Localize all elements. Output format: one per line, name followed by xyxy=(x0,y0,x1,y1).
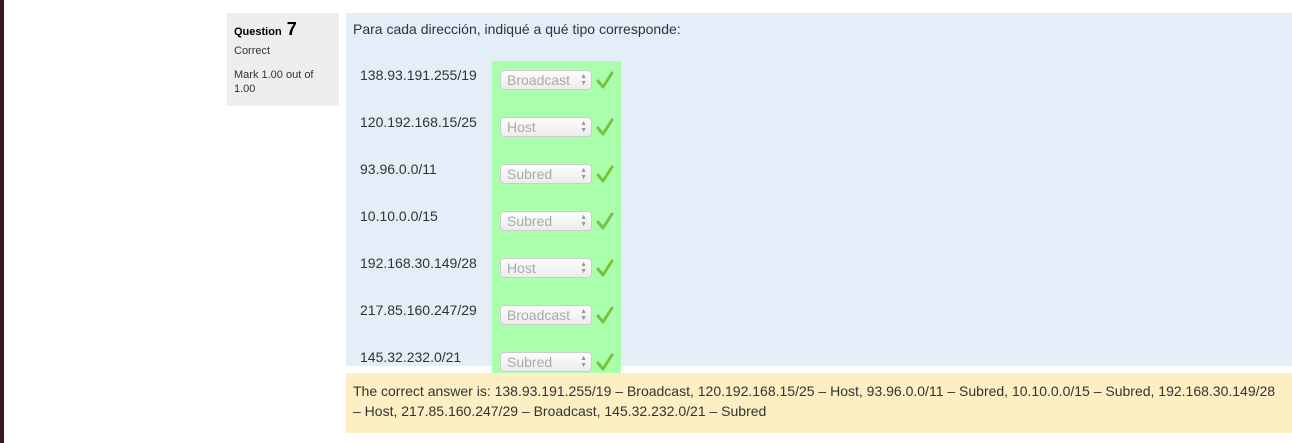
type-select-value: Subred xyxy=(507,354,553,370)
checkmark-icon xyxy=(596,259,614,277)
answer-cell-correct: Host ▲ ▼ xyxy=(492,108,621,155)
type-select-value: Subred xyxy=(507,213,553,229)
type-select-value: Host xyxy=(507,119,536,135)
answer-row: 138.93.191.255/19 Broadcast ▲ ▼ xyxy=(355,61,621,108)
question-grade: Mark 1.00 out of 1.00 xyxy=(234,69,314,95)
question-number: Question 7 xyxy=(234,19,332,39)
address-label: 217.85.160.247/29 xyxy=(360,302,477,318)
type-select[interactable]: Host ▲ ▼ xyxy=(500,117,592,137)
address-label: 138.93.191.255/19 xyxy=(360,67,477,83)
answer-row: 217.85.160.247/29 Broadcast ▲ ▼ xyxy=(355,296,621,343)
answer-cell-correct: Subred ▲ ▼ xyxy=(492,202,621,249)
updown-arrows-icon: ▲ ▼ xyxy=(580,355,587,369)
answer-table: 138.93.191.255/19 Broadcast ▲ ▼ 120.192.168.… xyxy=(355,61,621,390)
answer-cell-correct: Broadcast ▲ ▼ xyxy=(492,296,621,343)
question-info: Question 7 Correct Mark 1.00 out of 1.00 xyxy=(227,13,339,106)
checkmark-icon xyxy=(596,165,614,183)
type-select-value: Broadcast xyxy=(507,307,571,323)
checkmark-icon xyxy=(596,71,614,89)
updown-arrows-icon: ▲ ▼ xyxy=(580,214,587,228)
question-state: Correct xyxy=(234,45,271,57)
updown-arrows-icon: ▲ ▼ xyxy=(580,73,587,87)
type-select[interactable]: Broadcast ▲ ▼ xyxy=(500,305,592,325)
question-label: Question xyxy=(234,26,282,38)
updown-arrows-icon: ▲ ▼ xyxy=(580,308,587,322)
type-select[interactable]: Subred ▲ ▼ xyxy=(500,211,592,231)
checkmark-icon xyxy=(596,353,614,371)
answer-row: 10.10.0.0/15 Subred ▲ ▼ xyxy=(355,202,621,249)
type-select[interactable]: Host ▲ ▼ xyxy=(500,258,592,278)
updown-arrows-icon: ▲ ▼ xyxy=(580,120,587,134)
type-select[interactable]: Subred ▲ ▼ xyxy=(500,164,592,184)
type-select-value: Host xyxy=(507,260,536,276)
address-label: 93.96.0.0/11 xyxy=(360,161,437,177)
type-select-value: Broadcast xyxy=(507,72,571,88)
question-formulation: Para cada dirección, indiqué a qué tipo … xyxy=(346,13,1292,390)
updown-arrows-icon: ▲ ▼ xyxy=(580,167,587,181)
right-answer-feedback: The correct answer is: 138.93.191.255/19… xyxy=(346,373,1292,433)
address-label: 120.192.168.15/25 xyxy=(360,114,477,130)
checkmark-icon xyxy=(596,212,614,230)
question-text: Para cada dirección, indiqué a qué tipo … xyxy=(353,21,681,37)
address-label: 10.10.0.0/15 xyxy=(360,208,438,224)
updown-arrows-icon: ▲ ▼ xyxy=(580,261,587,275)
type-select[interactable]: Subred ▲ ▼ xyxy=(500,352,592,372)
answer-cell-correct: Broadcast ▲ ▼ xyxy=(492,61,621,108)
answer-row: 93.96.0.0/11 Subred ▲ ▼ xyxy=(355,155,621,202)
address-label: 192.168.30.149/28 xyxy=(360,255,477,271)
window-edge xyxy=(0,0,4,443)
checkmark-icon xyxy=(596,118,614,136)
answer-cell-correct: Host ▲ ▼ xyxy=(492,249,621,296)
checkmark-icon xyxy=(596,306,614,324)
type-select[interactable]: Broadcast ▲ ▼ xyxy=(500,70,592,90)
answer-cell-correct: Subred ▲ ▼ xyxy=(492,155,621,202)
answer-row: 120.192.168.15/25 Host ▲ ▼ xyxy=(355,108,621,155)
question-number-value: 7 xyxy=(286,19,297,39)
answer-row: 192.168.30.149/28 Host ▲ ▼ xyxy=(355,249,621,296)
type-select-value: Subred xyxy=(507,166,553,182)
